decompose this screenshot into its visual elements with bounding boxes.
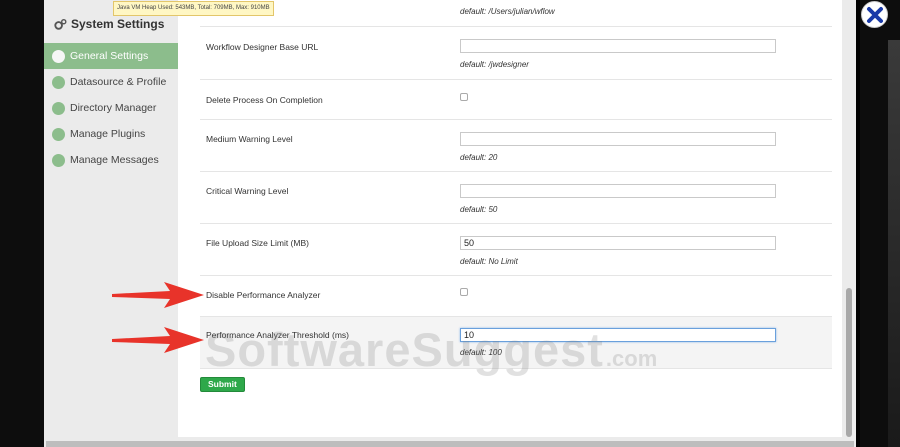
setting-row-analyzer-threshold: Performance Analyzer Threshold (ms) defa… [200, 317, 832, 369]
analyzer-threshold-default: default: 100 [460, 348, 502, 357]
system-settings-modal: System Settings General Settings Datasou… [44, 0, 856, 447]
sidebar-item-manage-plugins[interactable]: Manage Plugins [44, 121, 178, 147]
close-button[interactable] [861, 1, 888, 28]
sidebar-menu: General Settings Datasource & Profile Di… [44, 43, 178, 173]
circle-icon [52, 127, 65, 141]
medium-warning-label: Medium Warning Level [206, 134, 293, 144]
submit-button[interactable]: Submit [200, 377, 245, 392]
sidebar-title-label: System Settings [71, 17, 165, 31]
sidebar-item-label: Manage Plugins [70, 128, 146, 140]
upload-limit-default: default: No Limit [460, 257, 518, 266]
base-directory-default: default: /Users/julian/wflow [460, 7, 555, 16]
scrollbar-thumb[interactable] [846, 288, 852, 437]
horizontal-scrollbar[interactable] [46, 441, 854, 447]
close-icon [866, 6, 883, 23]
sidebar-item-label: Manage Messages [70, 154, 159, 166]
circle-icon [52, 75, 65, 89]
red-arrow-icon [112, 327, 204, 353]
circle-icon [52, 49, 65, 63]
critical-warning-default: default: 50 [460, 205, 498, 214]
gears-icon [54, 18, 67, 30]
sidebar-item-general-settings[interactable]: General Settings [44, 43, 178, 69]
disable-analyzer-label: Disable Performance Analyzer [206, 290, 321, 300]
critical-warning-label: Critical Warning Level [206, 186, 289, 196]
designer-url-default: default: /jwdesigner [460, 60, 529, 69]
sidebar-item-datasource-profile[interactable]: Datasource & Profile [44, 69, 178, 95]
medium-warning-default: default: 20 [460, 153, 498, 162]
sidebar-item-label: General Settings [70, 50, 149, 62]
disable-analyzer-checkbox[interactable] [460, 288, 468, 296]
medium-warning-input[interactable] [460, 132, 776, 146]
setting-row-medium-warning: Medium Warning Level default: 20 [200, 120, 832, 172]
sidebar-title: System Settings [54, 15, 164, 33]
sidebar-item-directory-manager[interactable]: Directory Manager [44, 95, 178, 121]
setting-row-disable-analyzer: Disable Performance Analyzer [200, 276, 832, 317]
critical-warning-input[interactable] [460, 184, 776, 198]
setting-row-upload-limit: File Upload Size Limit (MB) default: No … [200, 224, 832, 276]
analyzer-threshold-input[interactable] [460, 328, 776, 342]
circle-icon [52, 101, 65, 115]
circle-icon [52, 153, 65, 167]
delete-process-checkbox[interactable] [460, 93, 468, 101]
designer-url-input[interactable] [460, 39, 776, 53]
sidebar-item-label: Directory Manager [70, 102, 157, 114]
setting-row-base-directory: default: /Users/julian/wflow [200, 0, 832, 27]
heap-status-tooltip: Java VM Heap Used: 543MB, Total: 709MB, … [113, 1, 274, 16]
setting-row-critical-warning: Critical Warning Level default: 50 [200, 172, 832, 224]
delete-process-label: Delete Process On Completion [206, 95, 323, 105]
red-arrow-icon [112, 282, 204, 308]
backdrop-strip [888, 40, 900, 447]
backdrop-right [860, 0, 900, 447]
settings-form: default: /Users/julian/wflow Workflow De… [178, 0, 842, 437]
upload-limit-input[interactable] [460, 236, 776, 250]
upload-limit-label: File Upload Size Limit (MB) [206, 238, 309, 248]
sidebar-item-manage-messages[interactable]: Manage Messages [44, 147, 178, 173]
analyzer-threshold-label: Performance Analyzer Threshold (ms) [206, 330, 349, 340]
sidebar: System Settings General Settings Datasou… [44, 0, 178, 447]
setting-row-designer-url: Workflow Designer Base URL default: /jwd… [200, 27, 832, 80]
setting-row-delete-process: Delete Process On Completion [200, 80, 832, 120]
sidebar-item-label: Datasource & Profile [70, 76, 167, 88]
backdrop-left [0, 0, 44, 447]
designer-url-label: Workflow Designer Base URL [206, 42, 319, 52]
